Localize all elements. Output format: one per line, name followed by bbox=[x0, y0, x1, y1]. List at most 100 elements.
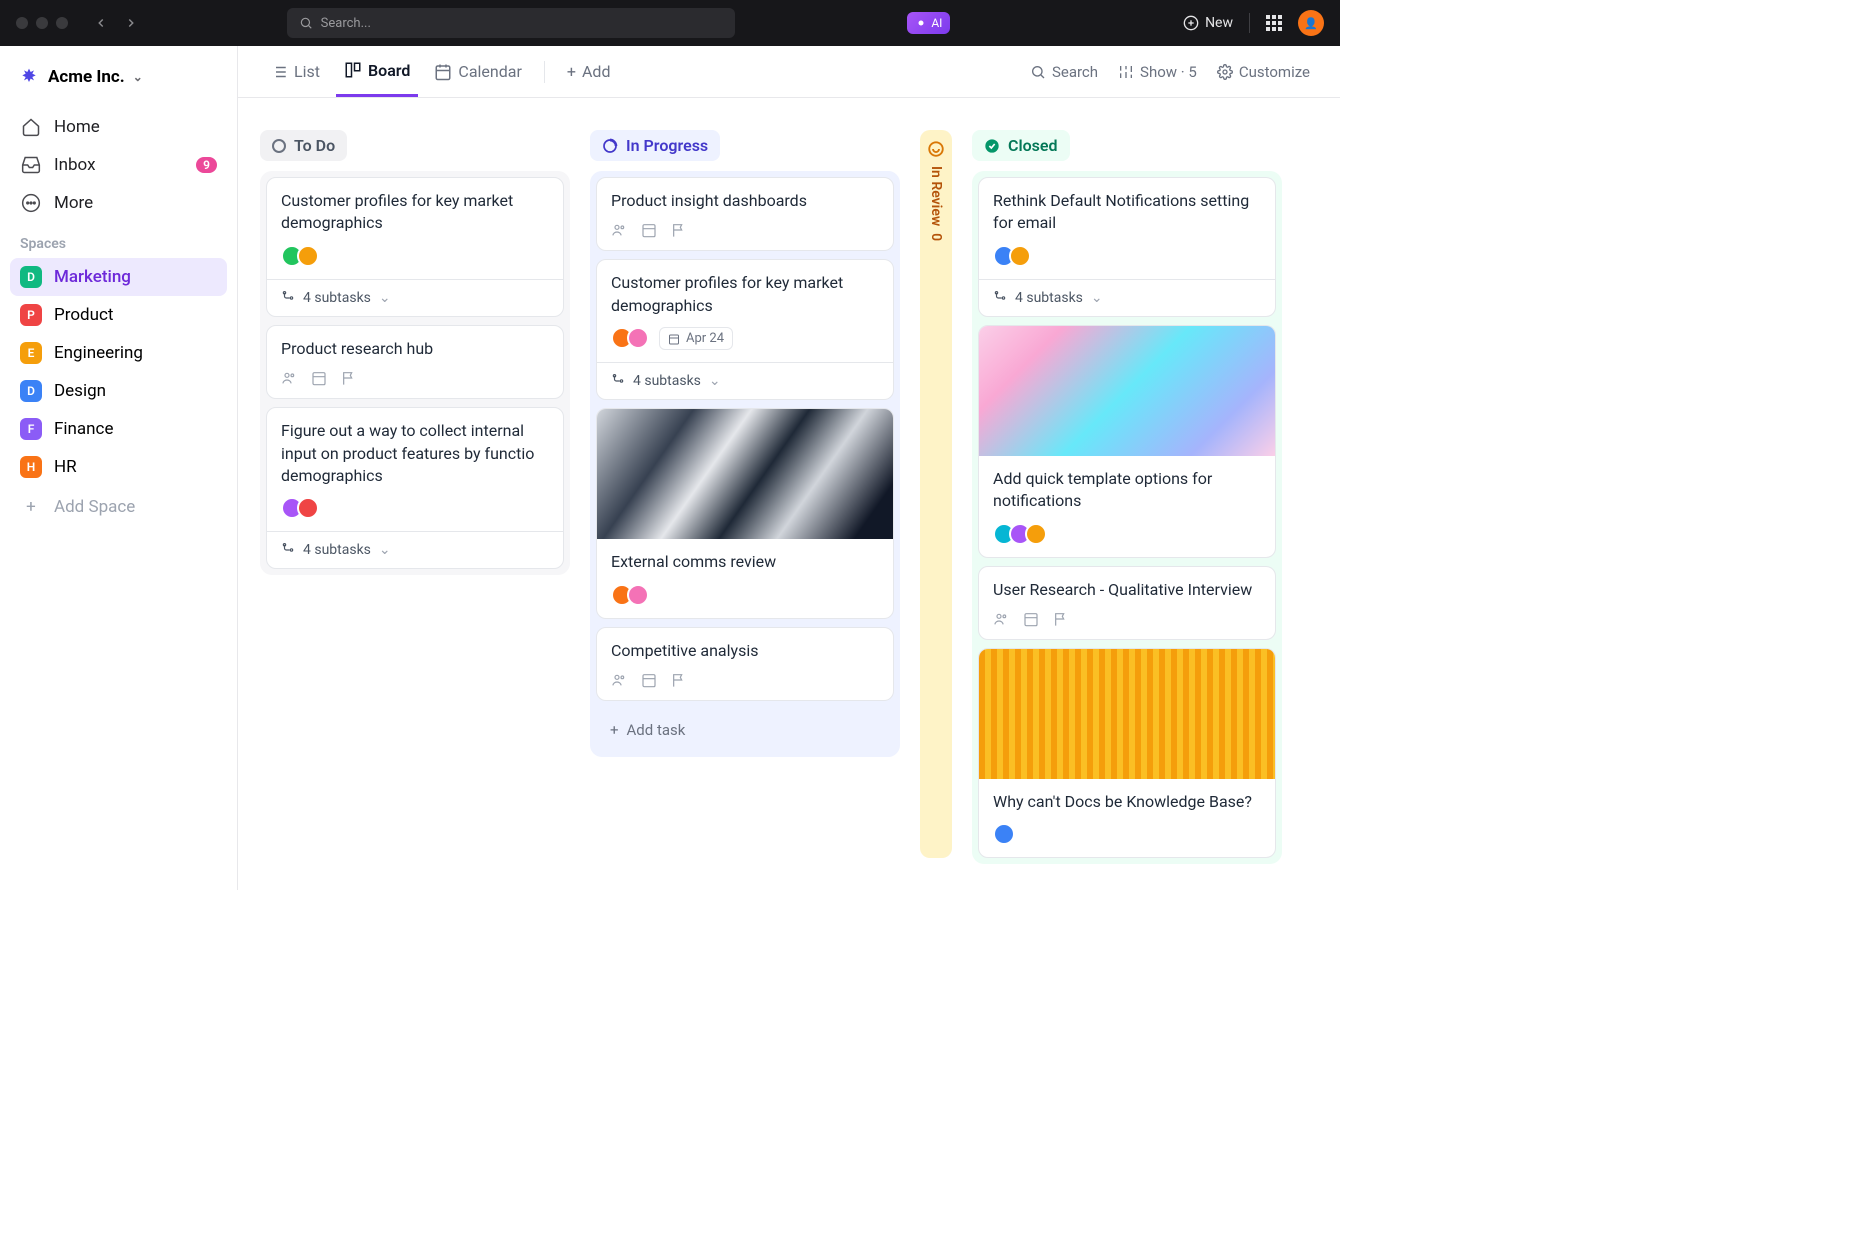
customize-tool[interactable]: Customize bbox=[1211, 63, 1316, 81]
card-title: User Research - Qualitative Interview bbox=[993, 579, 1261, 601]
ai-button[interactable]: AI bbox=[907, 12, 950, 34]
date-icon[interactable] bbox=[1023, 611, 1039, 627]
workspace-switcher[interactable]: Acme Inc. ⌄ bbox=[10, 56, 227, 98]
assignee-icon[interactable] bbox=[281, 370, 297, 386]
space-hr[interactable]: HHR bbox=[10, 448, 227, 486]
space-design[interactable]: DDesign bbox=[10, 372, 227, 410]
space-engineering[interactable]: EEngineering bbox=[10, 334, 227, 372]
board-area: To Do Customer profiles for key market d… bbox=[238, 98, 1340, 890]
space-marketing[interactable]: DMarketing bbox=[10, 258, 227, 296]
card-meta bbox=[611, 222, 879, 238]
zoom-dot[interactable] bbox=[56, 17, 68, 29]
nav-home[interactable]: Home bbox=[10, 108, 227, 146]
assignee-icon[interactable] bbox=[993, 611, 1009, 627]
card-meta bbox=[993, 611, 1261, 627]
subtasks-toggle[interactable]: 4 subtasks⌄ bbox=[267, 279, 563, 316]
task-card[interactable]: Customer profiles for key market demogra… bbox=[596, 259, 894, 400]
task-card[interactable]: Why can't Docs be Knowledge Base? bbox=[978, 648, 1276, 858]
subtasks-label: 4 subtasks bbox=[303, 542, 371, 558]
tab-list[interactable]: List bbox=[262, 46, 328, 97]
titlebar: Search... AI New 👤 bbox=[0, 0, 1340, 46]
tab-board-label: Board bbox=[368, 61, 410, 80]
avatar-row bbox=[993, 245, 1261, 267]
flag-icon[interactable] bbox=[341, 370, 357, 386]
space-finance[interactable]: FFinance bbox=[10, 410, 227, 448]
avatar[interactable] bbox=[1025, 523, 1047, 545]
search-icon bbox=[299, 16, 313, 30]
tab-board[interactable]: Board bbox=[336, 46, 418, 97]
close-dot[interactable] bbox=[16, 17, 28, 29]
column-header-closed[interactable]: Closed bbox=[972, 130, 1070, 161]
task-card[interactable]: Rethink Default Notifications setting fo… bbox=[978, 177, 1276, 317]
new-label: New bbox=[1205, 15, 1233, 31]
global-search[interactable]: Search... bbox=[287, 8, 735, 38]
assignee-icon[interactable] bbox=[611, 672, 627, 688]
card-title: Customer profiles for key market demogra… bbox=[611, 272, 879, 317]
date-icon[interactable] bbox=[311, 370, 327, 386]
card-title: Why can't Docs be Knowledge Base? bbox=[993, 791, 1261, 813]
due-date[interactable]: Apr 24 bbox=[659, 327, 733, 350]
card-meta bbox=[281, 370, 549, 386]
user-avatar[interactable]: 👤 bbox=[1298, 10, 1324, 36]
add-task-button[interactable]: +Add task bbox=[596, 709, 894, 751]
subtask-icon bbox=[281, 543, 295, 557]
window-controls bbox=[16, 17, 68, 29]
show-tool[interactable]: Show · 5 bbox=[1112, 63, 1203, 81]
space-icon: H bbox=[20, 456, 42, 478]
nav-more[interactable]: More bbox=[10, 184, 227, 222]
column-in-review-collapsed[interactable]: In Review 0 bbox=[920, 130, 952, 858]
ai-label: AI bbox=[931, 16, 942, 30]
avatar[interactable] bbox=[627, 327, 649, 349]
forward-button[interactable] bbox=[118, 12, 144, 34]
sparkle-icon bbox=[915, 17, 927, 29]
task-card[interactable]: Customer profiles for key market demogra… bbox=[266, 177, 564, 317]
task-card[interactable]: Product insight dashboards bbox=[596, 177, 894, 251]
space-label: Marketing bbox=[54, 267, 131, 287]
task-card[interactable]: External comms review bbox=[596, 408, 894, 618]
tab-calendar[interactable]: Calendar bbox=[426, 46, 529, 97]
avatar[interactable] bbox=[1009, 245, 1031, 267]
avatar[interactable] bbox=[297, 497, 319, 519]
new-button[interactable]: New bbox=[1183, 15, 1233, 31]
space-product[interactable]: PProduct bbox=[10, 296, 227, 334]
gear-icon bbox=[1217, 64, 1233, 80]
workspace-logo-icon bbox=[18, 66, 40, 88]
nav-inbox-label: Inbox bbox=[54, 155, 96, 175]
task-card[interactable]: Product research hub bbox=[266, 325, 564, 399]
back-button[interactable] bbox=[88, 12, 114, 34]
task-card[interactable]: Competitive analysis bbox=[596, 627, 894, 701]
apps-grid-icon[interactable] bbox=[1266, 15, 1282, 31]
search-tool[interactable]: Search bbox=[1024, 63, 1104, 81]
column-todo: To Do Customer profiles for key market d… bbox=[260, 130, 570, 858]
task-card[interactable]: User Research - Qualitative Interview bbox=[978, 566, 1276, 640]
avatar[interactable] bbox=[627, 584, 649, 606]
date-icon[interactable] bbox=[641, 222, 657, 238]
task-card[interactable]: Figure out a way to collect internal inp… bbox=[266, 407, 564, 569]
column-header-in-progress[interactable]: In Progress bbox=[590, 130, 720, 161]
flag-icon[interactable] bbox=[1053, 611, 1069, 627]
flag-icon[interactable] bbox=[671, 672, 687, 688]
card-cover bbox=[979, 649, 1275, 779]
tab-add-view[interactable]: + Add bbox=[559, 46, 619, 97]
search-tool-label: Search bbox=[1052, 63, 1098, 81]
card-meta bbox=[611, 672, 879, 688]
card-title: Competitive analysis bbox=[611, 640, 879, 662]
date-icon[interactable] bbox=[641, 672, 657, 688]
avatar[interactable] bbox=[297, 245, 319, 267]
subtasks-toggle[interactable]: 4 subtasks⌄ bbox=[597, 362, 893, 399]
assignee-icon[interactable] bbox=[611, 222, 627, 238]
more-icon bbox=[20, 192, 42, 214]
titlebar-right: New 👤 bbox=[1183, 10, 1324, 36]
subtasks-toggle[interactable]: 4 subtasks⌄ bbox=[979, 279, 1275, 316]
column-header-todo[interactable]: To Do bbox=[260, 130, 347, 161]
inbox-badge: 9 bbox=[196, 157, 217, 173]
avatar[interactable] bbox=[993, 823, 1015, 845]
subtasks-toggle[interactable]: 4 subtasks⌄ bbox=[267, 531, 563, 568]
main: List Board Calendar + Add Search bbox=[238, 46, 1340, 890]
column-todo-label: To Do bbox=[294, 136, 335, 155]
flag-icon[interactable] bbox=[671, 222, 687, 238]
add-space-button[interactable]: + Add Space bbox=[10, 486, 227, 528]
nav-inbox[interactable]: Inbox 9 bbox=[10, 146, 227, 184]
task-card[interactable]: Add quick template options for notificat… bbox=[978, 325, 1276, 558]
minimize-dot[interactable] bbox=[36, 17, 48, 29]
